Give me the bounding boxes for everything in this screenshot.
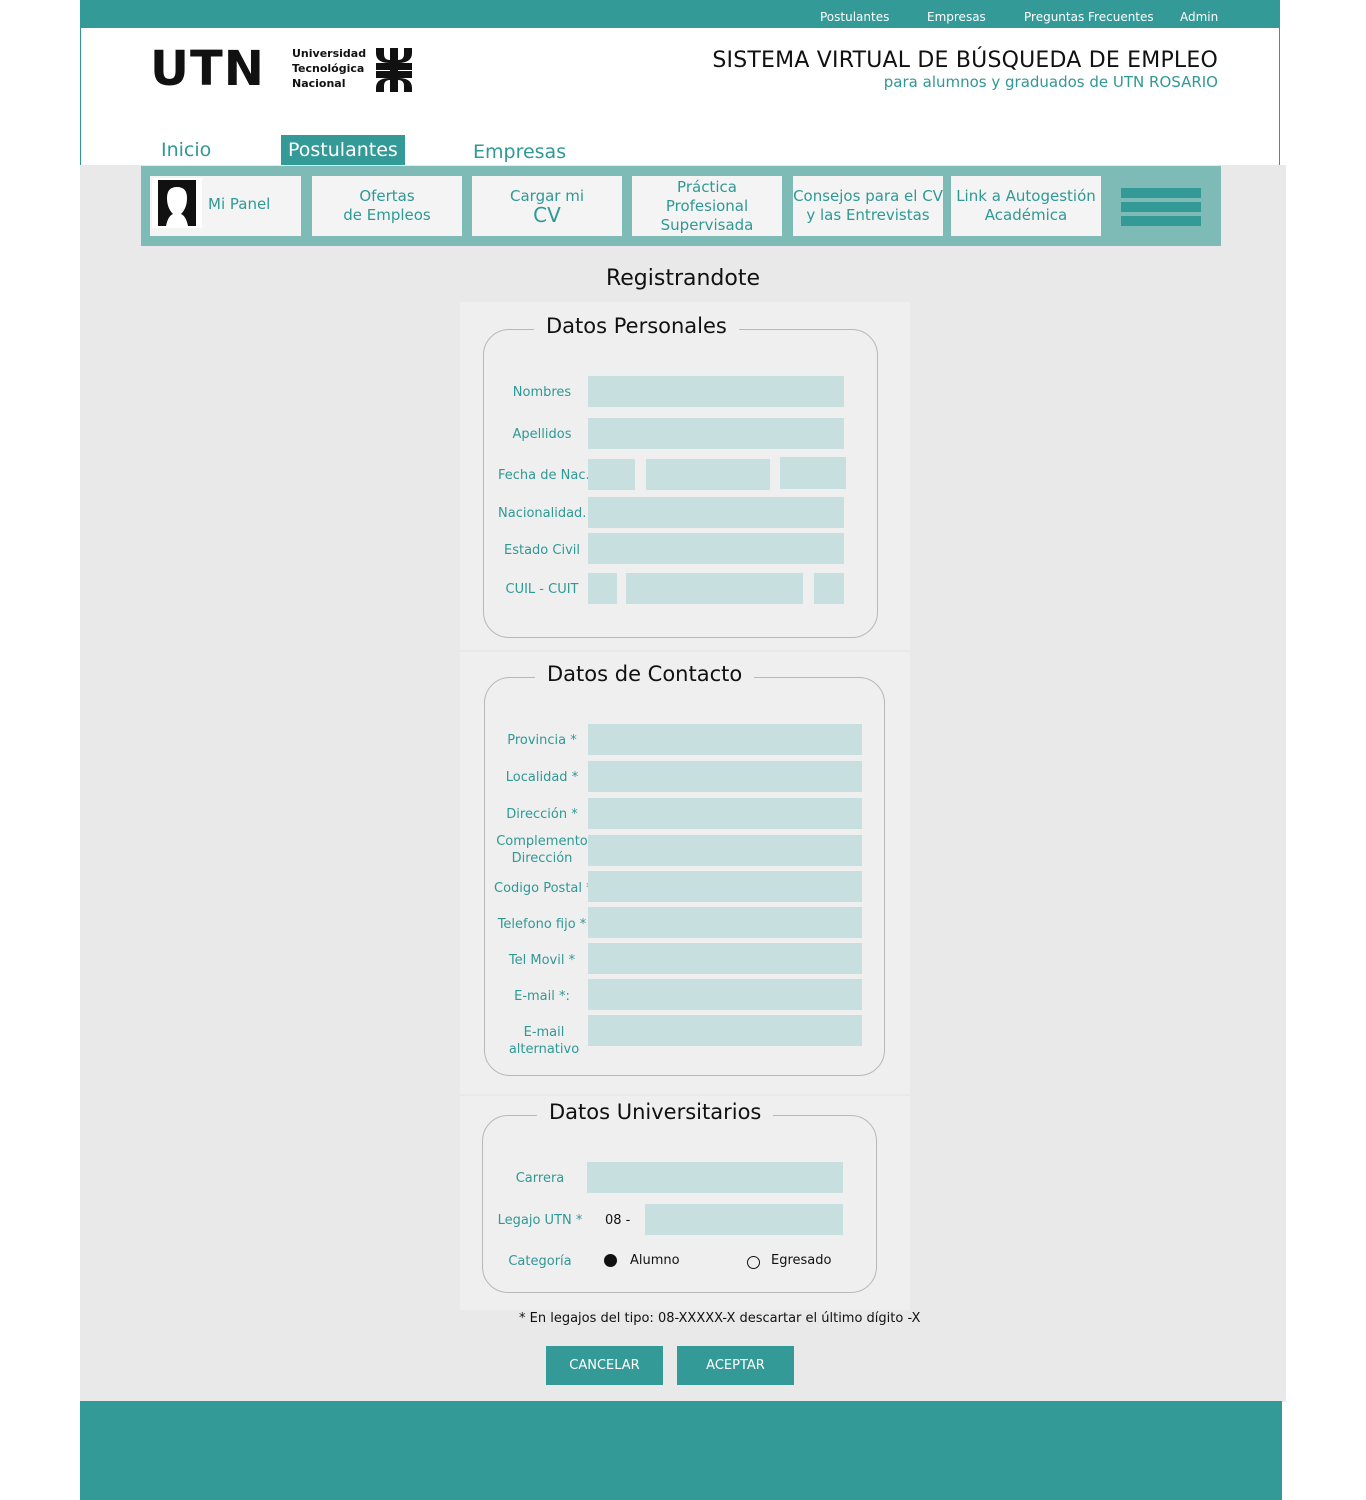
input-fecha-anio[interactable]	[780, 457, 846, 489]
subnav-cargar-line-2: CV	[533, 203, 561, 227]
site-header: SISTEMA VIRTUAL DE BÚSQUEDA DE EMPLEO pa…	[712, 48, 1218, 91]
top-link-postulantes[interactable]: Postulantes	[820, 10, 889, 24]
radio-alumno[interactable]	[604, 1254, 617, 1267]
label-email-alternativo: E-mail alternativo	[500, 1024, 588, 1058]
input-apellidos[interactable]	[588, 418, 844, 449]
label-email: E-mail *:	[514, 989, 570, 1004]
label-complemento-line-1: Complemento	[496, 834, 588, 849]
subnav-autogestion-line-2: Académica	[984, 206, 1068, 224]
site-subtitle: para alumnos y graduados de UTN ROSARIO	[883, 73, 1218, 91]
tab-empresas[interactable]: Empresas	[473, 137, 566, 167]
personal-legend: Datos Personales	[534, 314, 739, 338]
input-codigo-postal[interactable]	[588, 871, 862, 902]
legajo-prefix: 08 -	[605, 1213, 631, 1228]
logo-line-2: Tecnológica	[292, 62, 365, 75]
page-title: Registrandote	[605, 266, 761, 291]
top-link-faq[interactable]: Preguntas Frecuentes	[1024, 10, 1154, 24]
personal-panel: Datos Personales Nombres Apellidos Fecha…	[460, 302, 910, 650]
label-nombres: Nombres	[512, 385, 572, 400]
logo-acronym: UTN	[150, 41, 265, 97]
tab-postulantes[interactable]: Postulantes	[281, 135, 405, 165]
label-categoria: Categoría	[508, 1254, 572, 1269]
label-carrera: Carrera	[515, 1171, 565, 1186]
subnav-consejos-line-2: y las Entrevistas	[806, 206, 930, 224]
label-codigo-postal: Codigo Postal *	[494, 881, 593, 896]
hamburger-icon[interactable]	[1121, 188, 1201, 226]
input-legajo[interactable]	[645, 1204, 843, 1235]
radio-egresado[interactable]	[747, 1256, 760, 1269]
input-fecha-dia[interactable]	[588, 459, 635, 490]
label-fecha-nac: Fecha de Nac.	[498, 468, 590, 483]
label-telefono: Telefono fijo *	[497, 917, 587, 932]
top-bar: Postulantes Empresas Preguntas Frecuente…	[80, 0, 1280, 28]
logo-text: Universidad Tecnológica Nacional	[292, 46, 366, 91]
input-provincia[interactable]	[588, 724, 862, 755]
subnav-ofertas[interactable]: Ofertas de Empleos	[312, 176, 462, 236]
sub-navigation: Mi Panel Ofertas de Empleos Cargar mi CV…	[141, 166, 1221, 246]
subnav-mi-panel-label: Mi Panel	[208, 195, 271, 213]
input-tel-movil[interactable]	[588, 943, 862, 974]
user-silhouette-icon	[152, 178, 202, 228]
subnav-cargar-cv[interactable]: Cargar mi CV	[472, 176, 622, 236]
subnav-consejos-line-1: Consejos para el CV	[793, 187, 943, 205]
label-email-alt-line-2: alternativo	[508, 1042, 580, 1057]
radio-alumno-label[interactable]: Alumno	[630, 1253, 680, 1268]
cancel-button[interactable]: CANCELAR	[546, 1346, 663, 1385]
label-email-alt-line-1: E-mail	[523, 1025, 565, 1040]
label-cuil: CUIL - CUIT	[505, 582, 579, 597]
subnav-practica-line-3: Supervisada	[660, 215, 754, 234]
logo-line-3: Nacional	[292, 77, 346, 90]
top-link-empresas[interactable]: Empresas	[927, 10, 986, 24]
universitarios-legend: Datos Universitarios	[537, 1100, 774, 1124]
contacto-panel: Datos de Contacto Provincia * Localidad …	[460, 652, 910, 1094]
subnav-mi-panel[interactable]: Mi Panel	[150, 176, 301, 236]
top-link-admin[interactable]: Admin	[1180, 10, 1218, 24]
input-direccion[interactable]	[588, 798, 862, 829]
subnav-consejos[interactable]: Consejos para el CV y las Entrevistas	[793, 176, 943, 236]
label-complemento: Complemento Dirección	[496, 833, 588, 867]
universitarios-panel: Datos Universitarios Carrera Legajo UTN …	[460, 1096, 910, 1310]
input-email[interactable]	[588, 979, 862, 1010]
utn-emblem-icon	[376, 48, 412, 92]
legajo-note: * En legajos del tipo: 08-XXXXX-X descar…	[519, 1311, 921, 1326]
label-localidad: Localidad *	[505, 770, 579, 785]
logo-line-1: Universidad	[292, 47, 367, 60]
input-localidad[interactable]	[588, 761, 862, 792]
subnav-autogestion-line-1: Link a Autogestión	[956, 187, 1096, 205]
subnav-practica-line-1: Práctica	[677, 177, 737, 196]
subnav-ofertas-line-2: de Empleos	[343, 206, 431, 224]
subnav-practica-line-2: Profesional	[665, 196, 749, 215]
input-cuil-numero[interactable]	[626, 573, 803, 604]
accept-button[interactable]: ACEPTAR	[677, 1346, 794, 1385]
subnav-autogestion[interactable]: Link a Autogestión Académica	[951, 176, 1101, 236]
label-complemento-line-2: Dirección	[511, 851, 573, 866]
label-legajo: Legajo UTN *	[497, 1213, 583, 1228]
input-cuil-prefijo[interactable]	[588, 573, 617, 604]
footer	[80, 1401, 1282, 1500]
label-nacionalidad: Nacionalidad.	[498, 506, 587, 521]
input-nombres[interactable]	[588, 376, 844, 407]
input-telefono[interactable]	[588, 907, 862, 938]
site-title: SISTEMA VIRTUAL DE BÚSQUEDA DE EMPLEO	[712, 48, 1218, 73]
radio-egresado-label[interactable]: Egresado	[771, 1253, 831, 1268]
input-carrera[interactable]	[587, 1162, 843, 1193]
input-complemento[interactable]	[588, 835, 862, 866]
label-provincia: Provincia *	[507, 733, 577, 748]
label-direccion: Dirección *	[506, 807, 578, 822]
subnav-ofertas-line-1: Ofertas	[359, 187, 415, 205]
tab-inicio[interactable]: Inicio	[161, 135, 211, 165]
label-tel-movil: Tel Movil *	[508, 953, 576, 968]
input-nacionalidad[interactable]	[588, 497, 844, 528]
input-fecha-mes[interactable]	[646, 459, 770, 490]
input-estado-civil[interactable]	[588, 533, 844, 564]
input-cuil-digito[interactable]	[814, 573, 844, 604]
subnav-practica[interactable]: Práctica Profesional Supervisada	[632, 176, 782, 236]
label-estado-civil: Estado Civil	[504, 543, 580, 558]
input-email-alternativo[interactable]	[588, 1015, 862, 1046]
contacto-legend: Datos de Contacto	[535, 662, 755, 686]
label-apellidos: Apellidos	[512, 427, 572, 442]
